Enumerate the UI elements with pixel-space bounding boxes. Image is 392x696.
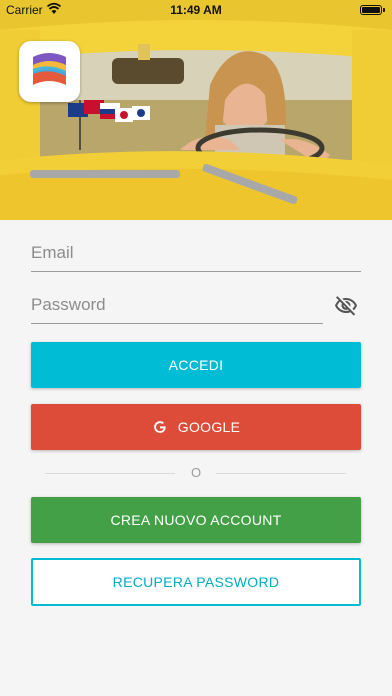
google-g-icon — [153, 421, 166, 433]
google-login-button[interactable]: GOOGLE — [31, 404, 361, 450]
google-button-label: GOOGLE — [177, 419, 241, 435]
divider-right — [216, 473, 346, 474]
car-scene-illustration — [0, 0, 392, 220]
login-button[interactable]: ACCEDI — [31, 342, 361, 388]
password-input[interactable] — [31, 295, 323, 315]
create-account-button[interactable]: CREA NUOVO ACCOUNT — [31, 497, 361, 543]
login-button-label: ACCEDI — [168, 357, 224, 373]
app-logo — [19, 41, 80, 102]
app-logo-icon — [33, 53, 66, 85]
battery-icon — [360, 5, 385, 15]
email-input[interactable] — [31, 243, 361, 263]
hero-image — [0, 0, 392, 220]
visibility-off-icon[interactable] — [334, 294, 358, 318]
create-account-label: CREA NUOVO ACCOUNT — [110, 512, 282, 528]
clock-time: 11:49 AM — [170, 3, 222, 17]
recover-password-label: RECUPERA PASSWORD — [112, 574, 280, 590]
divider-or-text: O — [190, 465, 202, 480]
password-field[interactable] — [31, 295, 323, 324]
divider-left — [45, 473, 175, 474]
recover-password-button[interactable]: RECUPERA PASSWORD — [31, 558, 361, 606]
email-field[interactable] — [31, 243, 361, 272]
status-bar: Carrier 11:49 AM — [0, 0, 392, 20]
